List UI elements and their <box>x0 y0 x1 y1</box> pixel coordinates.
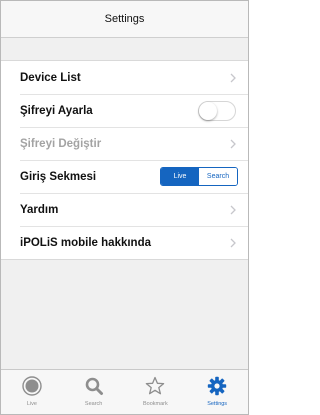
segment-live[interactable]: Live <box>161 168 199 185</box>
password-toggle[interactable] <box>198 100 236 121</box>
toggle-knob <box>199 101 217 120</box>
navigation-bar: Settings <box>1 1 248 38</box>
row-label: Giriş Sekmesi <box>20 170 97 183</box>
search-icon <box>83 375 105 397</box>
chevron-right-icon <box>228 236 238 250</box>
tab-search[interactable]: Search <box>63 370 125 414</box>
tab-label: Settings <box>207 401 228 407</box>
page-title: Settings <box>104 13 145 25</box>
live-circle-icon <box>21 375 43 397</box>
tab-label: Live <box>26 401 37 407</box>
tab-label: Search <box>84 401 103 407</box>
chevron-right-icon <box>228 137 238 151</box>
chevron-right-icon <box>228 203 238 217</box>
login-tab-segmented-control: Live Search <box>160 167 238 186</box>
chevron-right-icon <box>228 71 238 85</box>
tab-bookmark[interactable]: Bookmark <box>125 370 187 414</box>
tab-live[interactable]: Live <box>1 370 63 414</box>
star-icon <box>144 375 166 397</box>
row-about[interactable]: iPOLiS mobile hakkında <box>1 226 248 259</box>
settings-list: Device List Şifreyi Ayarla Şifreyi Değiş… <box>1 60 248 260</box>
row-label: Yardım <box>20 203 59 216</box>
row-label: iPOLiS mobile hakkında <box>20 236 152 249</box>
tab-settings[interactable]: Settings <box>186 370 248 414</box>
row-login-tab: Giriş Sekmesi Live Search <box>1 160 248 193</box>
row-change-password: Şifreyi Değiştir <box>1 127 248 160</box>
row-label: Şifreyi Ayarla <box>20 104 93 117</box>
row-set-password: Şifreyi Ayarla <box>1 94 248 127</box>
app-frame: Settings Device List Şifreyi Ayarla Şifr… <box>0 0 249 415</box>
row-help[interactable]: Yardım <box>1 193 248 226</box>
row-device-list[interactable]: Device List <box>1 61 248 94</box>
row-label: Device List <box>20 71 81 84</box>
gear-icon <box>206 375 228 397</box>
segment-search[interactable]: Search <box>199 168 237 185</box>
tab-label: Bookmark <box>142 401 168 407</box>
row-label: Şifreyi Değiştir <box>20 137 102 150</box>
tab-bar: Live Search Bookmark Settings <box>1 369 248 414</box>
